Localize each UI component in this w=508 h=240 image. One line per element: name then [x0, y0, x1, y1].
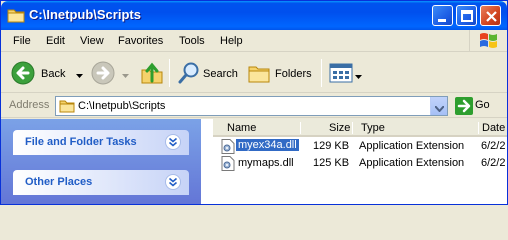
- file-type: Application Extension: [359, 157, 465, 169]
- column-header-name[interactable]: Name: [213, 119, 301, 137]
- menu-edit[interactable]: Edit: [46, 35, 65, 47]
- search-label: Search: [203, 68, 238, 80]
- address-value: C:\Inetpub\Scripts: [78, 100, 166, 112]
- search-icon: [177, 61, 201, 88]
- column-header-date[interactable]: Date: [479, 119, 507, 137]
- file-list: Name Size Type Date myex34a.dll 129 KB A…: [213, 119, 507, 204]
- address-input[interactable]: C:\Inetpub\Scripts: [55, 96, 448, 116]
- menu-file[interactable]: File: [13, 35, 31, 47]
- chevron-down-icon: [434, 103, 445, 115]
- file-date: 6/2/2: [481, 140, 506, 152]
- task-pane: File and Folder Tasks Other Places: [1, 119, 201, 204]
- folders-icon: [247, 61, 271, 88]
- up-folder-icon: [140, 61, 164, 88]
- toolbar-separator: [169, 59, 170, 87]
- forward-dropdown-icon: [122, 70, 129, 82]
- close-button[interactable]: [480, 5, 501, 26]
- file-row[interactable]: myex34a.dll 129 KB Application Extension…: [213, 138, 507, 155]
- go-label: Go: [475, 99, 490, 111]
- file-size: 129 KB: [313, 140, 350, 152]
- back-arrow-icon: [11, 61, 35, 88]
- back-button[interactable]: Back: [9, 57, 89, 89]
- minimize-button[interactable]: [432, 5, 453, 26]
- views-button[interactable]: [327, 57, 363, 89]
- column-date-label: Date: [482, 122, 506, 134]
- column-header-size[interactable]: Size: [301, 119, 353, 137]
- dll-file-icon: [221, 156, 235, 171]
- views-icon: [329, 62, 353, 87]
- menu-tools[interactable]: Tools: [179, 35, 205, 47]
- other-places-title: Other Places: [25, 176, 93, 188]
- menu-view[interactable]: View: [80, 35, 104, 47]
- maximize-button[interactable]: [456, 5, 477, 26]
- column-type-label: Type: [361, 122, 385, 134]
- forward-arrow-icon: [91, 61, 115, 88]
- file-size: 125 KB: [313, 157, 350, 169]
- collapse-chevron-icon[interactable]: [165, 174, 181, 190]
- views-dropdown-icon: [355, 71, 362, 83]
- back-dropdown-icon: [76, 70, 83, 82]
- up-folder-button[interactable]: [138, 57, 166, 89]
- address-label: Address: [9, 99, 50, 111]
- column-header-type[interactable]: Type: [353, 119, 479, 137]
- address-folder-icon: [59, 99, 75, 116]
- toolbar: Back Search Folders: [1, 53, 507, 93]
- column-name-label: Name: [227, 122, 257, 134]
- forward-button[interactable]: [89, 57, 133, 89]
- pane-splitter[interactable]: [201, 119, 213, 204]
- other-places-header[interactable]: Other Places: [13, 170, 189, 195]
- go-arrow-icon: [455, 97, 473, 118]
- back-label: Back: [41, 68, 66, 80]
- search-button[interactable]: Search: [175, 57, 241, 89]
- menu-bar: File Edit View Favorites Tools Help: [1, 30, 507, 52]
- folders-button[interactable]: Folders: [245, 57, 315, 89]
- menu-help[interactable]: Help: [220, 35, 243, 47]
- column-size-label: Size: [329, 122, 351, 134]
- toolbar-separator: [321, 59, 322, 87]
- folder-icon: [7, 7, 25, 23]
- file-row[interactable]: mymaps.dll 125 KB Application Extension …: [213, 155, 507, 172]
- file-name: myex34a.dll: [235, 138, 300, 152]
- menu-favorites[interactable]: Favorites: [118, 35, 163, 47]
- file-folder-tasks-header[interactable]: File and Folder Tasks: [13, 130, 189, 155]
- window-title: C:\Inetpub\Scripts: [29, 7, 141, 22]
- go-button[interactable]: Go: [453, 96, 499, 116]
- file-type: Application Extension: [359, 140, 465, 152]
- collapse-chevron-icon[interactable]: [165, 134, 181, 150]
- address-dropdown-button[interactable]: [430, 97, 447, 115]
- windows-logo-icon: [469, 30, 507, 51]
- file-date: 6/2/2: [481, 157, 506, 169]
- explorer-window: C:\Inetpub\Scripts File Edit View Favori…: [0, 0, 508, 205]
- file-folder-tasks-title: File and Folder Tasks: [25, 136, 137, 148]
- folders-label: Folders: [275, 68, 312, 80]
- title-bar[interactable]: C:\Inetpub\Scripts: [1, 1, 507, 30]
- address-bar: Address C:\Inetpub\Scripts Go: [1, 94, 507, 118]
- file-name: mymaps.dll: [238, 157, 294, 169]
- dll-file-icon: [221, 139, 235, 154]
